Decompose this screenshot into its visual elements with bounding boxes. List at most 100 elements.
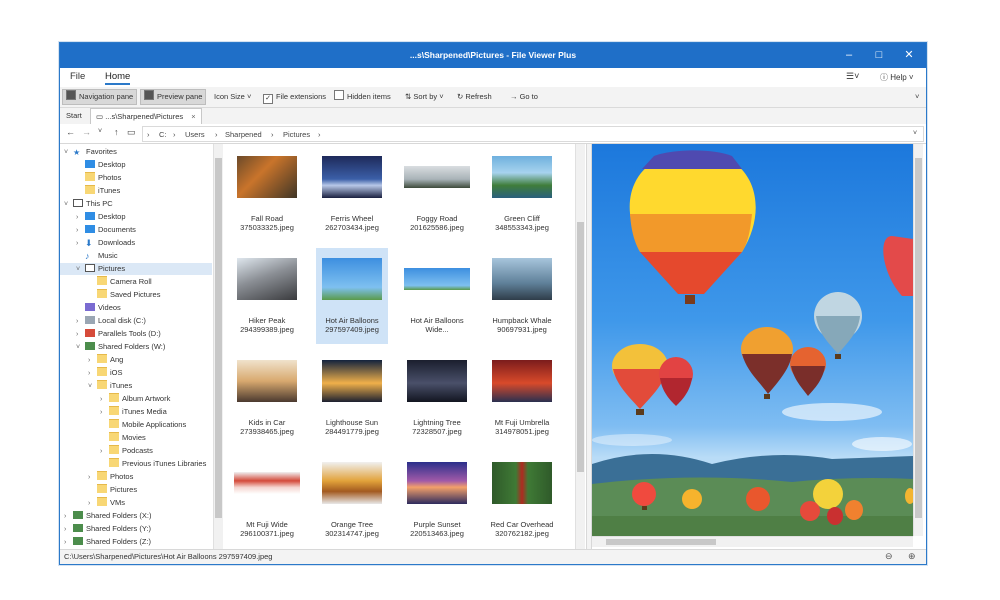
breadcrumb[interactable]: › C: › Users › Sharpened › Pictures › ˅ [142, 126, 924, 142]
history-dropdown-icon[interactable]: ˅ [98, 128, 102, 135]
file-item[interactable]: Green Cliff 348553343.jpeg [486, 146, 558, 242]
breadcrumb-item[interactable]: Pictures [283, 130, 310, 139]
chevron-right-icon[interactable]: › [76, 329, 85, 341]
chevron-right-icon[interactable]: › [100, 394, 109, 406]
file-item[interactable]: Mt Fuji Wide 296100371.jpeg [231, 452, 303, 548]
file-item[interactable]: Lighthouse Sun 284491779.jpeg [316, 350, 388, 446]
chevron-down-icon[interactable]: ˅ [915, 90, 919, 104]
chevron-down-icon[interactable]: ˅ [76, 342, 85, 354]
tree-item[interactable]: ˅ iTunes [60, 380, 212, 392]
chevron-right-icon[interactable]: › [88, 472, 97, 484]
file-item[interactable]: Red Car Overhead 320762182.jpeg [486, 452, 558, 548]
chevron-right-icon[interactable]: › [88, 498, 97, 510]
view-options-icon[interactable]: ☰˅ [846, 71, 859, 82]
hidden-items-checkbox[interactable]: Hidden items [334, 90, 391, 104]
go-to-button[interactable]: → Go to [510, 90, 538, 104]
file-extensions-checkbox[interactable]: ✓ File extensions [263, 90, 326, 104]
close-icon[interactable]: ✕ [900, 47, 918, 63]
preview-hscrollbar[interactable] [592, 536, 913, 547]
chevron-right-icon[interactable]: › [76, 238, 85, 250]
tree-item[interactable]: › VMs [60, 497, 212, 509]
file-item[interactable]: Purple Sunset 220513463.jpeg [401, 452, 473, 548]
chevron-right-icon[interactable]: › [76, 225, 85, 237]
tree-item[interactable]: › Album Artwork [60, 393, 212, 405]
preview-hscrollbar-thumb[interactable] [606, 539, 716, 545]
computer-icon[interactable]: ▭ [127, 127, 136, 138]
preview-vscrollbar-thumb[interactable] [915, 158, 922, 518]
file-item[interactable]: Hiker Peak 294399389.jpeg [231, 248, 303, 344]
file-item[interactable]: Fall Road 375033325.jpeg [231, 146, 303, 242]
file-item[interactable]: Orange Tree 302314747.jpeg [316, 452, 388, 548]
tree-scrollbar[interactable] [213, 144, 223, 549]
tree-item[interactable]: Videos [60, 302, 212, 314]
tree-item[interactable]: › Ang [60, 354, 212, 366]
address-dropdown-icon[interactable]: ˅ [913, 130, 917, 137]
tree-item[interactable]: › Parallels Tools (D:) [60, 328, 212, 340]
file-item[interactable]: Mt Fuji Umbrella 314978051.jpeg [486, 350, 558, 446]
chevron-right-icon[interactable]: › [76, 212, 85, 224]
file-item[interactable]: Hot Air Balloons Wide... [401, 248, 473, 344]
tree-item[interactable]: Saved Pictures [60, 289, 212, 301]
chevron-right-icon[interactable]: › [100, 407, 109, 419]
sort-by-dropdown[interactable]: ⇅ Sort by ˅ [405, 90, 444, 104]
tab-start[interactable]: Start [66, 108, 82, 124]
breadcrumb-item[interactable]: Sharpened [225, 130, 262, 139]
chevron-right-icon[interactable]: › [88, 368, 97, 380]
file-item[interactable]: Humpback Whale 90697931.jpeg [486, 248, 558, 344]
tree-item[interactable]: Pictures [60, 484, 212, 496]
tree-scrollbar-thumb[interactable] [215, 158, 222, 518]
chevron-right-icon[interactable]: › [64, 537, 73, 549]
help-menu[interactable]: ⓘ Help ˅ [880, 72, 914, 83]
file-item[interactable]: Kids in Car 273938465.jpeg [231, 350, 303, 446]
icon-size-dropdown[interactable]: Icon Size ˅ [214, 90, 251, 104]
back-icon[interactable]: ← [66, 127, 75, 137]
breadcrumb-item[interactable]: Users [185, 130, 205, 139]
tree-item[interactable]: › Local disk (C:) [60, 315, 212, 327]
tree-item[interactable]: ♪ Music [60, 250, 212, 262]
tree-item[interactable]: › Photos [60, 471, 212, 483]
tree-item[interactable]: › Desktop [60, 211, 212, 223]
tree-item[interactable]: › Podcasts [60, 445, 212, 457]
up-icon[interactable]: ↑ [114, 127, 119, 137]
tree-item[interactable]: › iOS [60, 367, 212, 379]
file-item[interactable]: Hot Air Balloons 297597409.jpeg [316, 248, 388, 344]
tree-item[interactable]: ˅ ★ Favorites [60, 146, 212, 158]
tree-item[interactable]: ˅ Shared Folders (W:) [60, 341, 212, 353]
chevron-right-icon[interactable]: › [88, 355, 97, 367]
file-item[interactable]: Ferris Wheel 262703434.jpeg [316, 146, 388, 242]
tree-item[interactable]: › Shared Folders (X:) [60, 510, 212, 522]
tree-item[interactable]: › Shared Folders (Y:) [60, 523, 212, 535]
chevron-down-icon[interactable]: ˅ [64, 147, 73, 159]
preview-pane-button[interactable]: Preview pane [140, 89, 207, 105]
tree-item[interactable]: ˅ Pictures [60, 263, 212, 275]
tree-item[interactable]: Camera Roll [60, 276, 212, 288]
tree-item[interactable]: › ⬇ Downloads [60, 237, 212, 249]
grid-scrollbar[interactable] [575, 144, 585, 549]
refresh-button[interactable]: ↻ Refresh [457, 90, 492, 104]
tree-item[interactable]: Photos [60, 172, 212, 184]
minimize-icon[interactable]: – [840, 47, 858, 63]
tree-item[interactable]: iTunes [60, 185, 212, 197]
tree-item[interactable]: Desktop [60, 159, 212, 171]
navigation-pane-button[interactable]: Navigation pane [62, 89, 138, 105]
breadcrumb-item[interactable]: C: [159, 130, 167, 139]
tree-item[interactable]: › Documents [60, 224, 212, 236]
menu-home[interactable]: Home [105, 71, 131, 85]
chevron-down-icon[interactable]: ˅ [76, 264, 85, 276]
file-item[interactable]: Lightning Tree 72328507.jpeg [401, 350, 473, 446]
menu-file[interactable]: File [70, 71, 85, 82]
chevron-right-icon[interactable]: › [64, 511, 73, 523]
tab-pictures[interactable]: ▭ ...s\Sharpened\Pictures × [90, 108, 202, 125]
zoom-in-icon[interactable]: ⊕ [908, 551, 916, 562]
preview-vscrollbar[interactable] [913, 144, 923, 536]
chevron-right-icon[interactable]: › [100, 446, 109, 458]
chevron-down-icon[interactable]: ˅ [64, 199, 73, 211]
forward-icon[interactable]: → [82, 127, 91, 137]
tree-item[interactable]: ˅ This PC [60, 198, 212, 210]
zoom-out-icon[interactable]: ⊖ [885, 551, 893, 562]
tree-item[interactable]: › Shared Folders (Z:) [60, 536, 212, 548]
tree-item[interactable]: Mobile Applications [60, 419, 212, 431]
tree-item[interactable]: Movies [60, 432, 212, 444]
tree-item[interactable]: › iTunes Media [60, 406, 212, 418]
file-item[interactable]: Foggy Road 201625586.jpeg [401, 146, 473, 242]
